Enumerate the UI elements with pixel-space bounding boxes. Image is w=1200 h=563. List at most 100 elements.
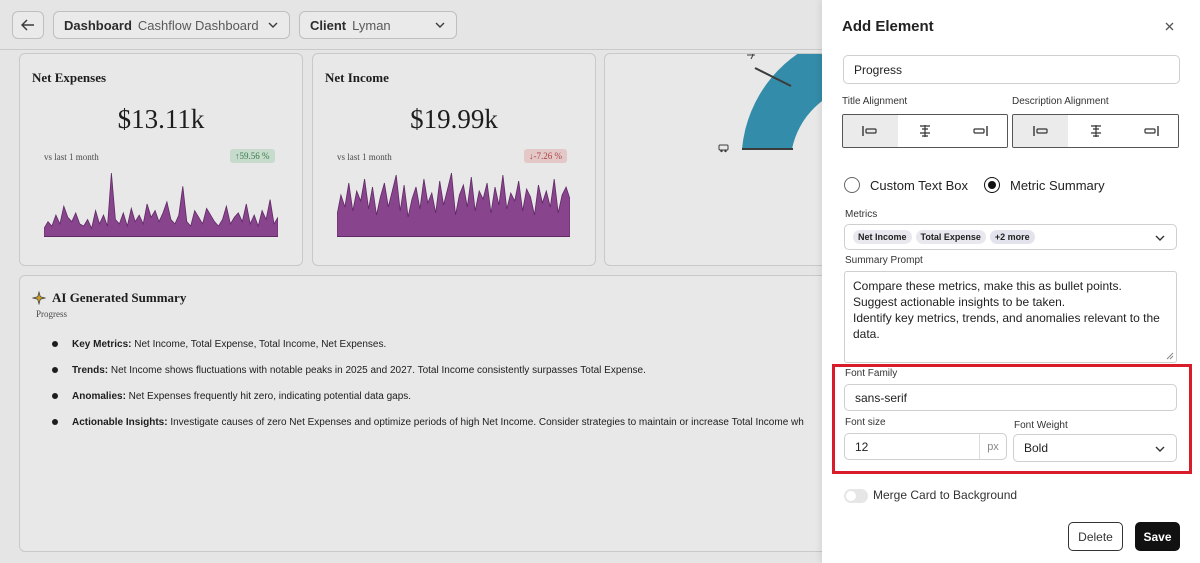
summary-bullet: Actionable Insights: Investigate causes … (52, 416, 822, 429)
metric-summary-label: Metric Summary (1010, 177, 1105, 193)
bullet-label: Key Metrics: (72, 339, 132, 350)
title-align-right-button[interactable] (952, 115, 1007, 147)
font-weight-value: Bold (1024, 441, 1049, 455)
align-left-icon (862, 126, 877, 136)
prompt-line: data. (853, 327, 880, 341)
font-family-input[interactable]: sans-serif (844, 384, 1177, 411)
metric-summary-option[interactable]: Metric Summary (984, 177, 1105, 193)
prompt-line: Suggest actionable insights to be taken. (853, 295, 1066, 309)
metric-summary-radio[interactable] (984, 177, 1000, 193)
card-title: Net Expenses (32, 70, 107, 85)
align-center-icon (1090, 125, 1101, 137)
gauge-arc (742, 54, 822, 149)
summary-subtitle: Progress (36, 309, 67, 319)
title-align-left-button[interactable] (843, 115, 898, 147)
description-align-right-button[interactable] (1123, 115, 1178, 147)
dashboard-select-value: Cashflow Dashboard (137, 17, 259, 33)
metric-chip[interactable]: Net Income (853, 230, 912, 244)
sparkline-area (44, 172, 278, 237)
arrow-left-icon (21, 19, 34, 31)
gauge-card[interactable] (604, 53, 822, 266)
metrics-multiselect[interactable]: Net Income Total Expense +2 more (844, 224, 1177, 250)
align-left-icon (1032, 126, 1048, 136)
title-align-center-button[interactable] (897, 115, 953, 147)
chevron-down-icon (1155, 235, 1165, 241)
net-expenses-card[interactable]: Net Expenses $13.11k vs last 1 month ↑59… (19, 53, 303, 266)
custom-text-box-option[interactable]: Custom Text Box (844, 177, 968, 193)
bullet-text: Net Income shows fluctuations with notab… (108, 365, 646, 376)
prompt-line: Identify key metrics, trends, and anomal… (853, 311, 1160, 325)
panel-title: Add Element (842, 18, 934, 35)
chevron-down-icon (435, 22, 445, 28)
font-weight-select[interactable]: Bold (1013, 434, 1177, 462)
sparkline-area (337, 172, 570, 237)
chevron-down-icon (268, 22, 278, 28)
more-metrics-chip[interactable]: +2 more (989, 230, 1035, 244)
car-icon (718, 144, 729, 153)
card-title: Net Income (325, 70, 389, 85)
net-income-sparkline (337, 172, 570, 237)
description-align-left-button[interactable] (1013, 115, 1068, 147)
change-badge: ↓-7.26 % (524, 149, 567, 163)
font-size-input[interactable]: 12 px (844, 433, 1007, 460)
prompt-line: Compare these metrics, make this as bull… (853, 279, 1122, 293)
font-family-label: Font Family (845, 368, 898, 379)
summary-title: AI Generated Summary (52, 290, 187, 305)
font-size-unit: px (979, 434, 1006, 459)
dashboard-select-label: Dashboard (64, 17, 132, 33)
title-alignment-group (842, 114, 1008, 148)
bullet-text: Net Income, Total Expense, Total Income,… (131, 339, 387, 350)
font-size-label: Font size (845, 417, 886, 428)
client-select[interactable]: Client Lyman (299, 11, 457, 39)
card-comparison: vs last 1 month (44, 152, 99, 162)
description-alignment-label: Description Alignment (1012, 96, 1109, 107)
summary-bullet: Key Metrics: Net Income, Total Expense, … (52, 338, 822, 351)
dashboard-topbar: Dashboard Cashflow Dashboard Client Lyma… (0, 0, 822, 50)
dashboard-select[interactable]: Dashboard Cashflow Dashboard (53, 11, 290, 39)
bullet-text: Net Expenses frequently hit zero, indica… (125, 391, 412, 402)
client-select-label: Client (310, 17, 347, 33)
chevron-down-icon (1155, 446, 1165, 452)
gauge-chart (718, 54, 822, 153)
card-comparison: vs last 1 month (337, 152, 392, 162)
resize-handle-icon[interactable] (1166, 352, 1174, 360)
font-size-value: 12 (855, 439, 869, 454)
ai-summary-card[interactable]: AI Generated Summary Progress Key Metric… (19, 275, 822, 552)
summary-bullet: Anomalies: Net Expenses frequently hit z… (52, 390, 822, 403)
dashboard-background: Dashboard Cashflow Dashboard Client Lyma… (0, 0, 822, 563)
description-align-center-button[interactable] (1068, 115, 1123, 147)
plane-icon (747, 54, 755, 60)
summary-prompt-textarea[interactable]: Compare these metrics, make this as bull… (844, 271, 1177, 363)
metric-chip[interactable]: Total Expense (915, 230, 986, 244)
align-right-icon (1143, 126, 1159, 136)
close-icon (1165, 22, 1173, 30)
add-element-panel: Add Element Progress Title Alignment Des… (822, 0, 1200, 563)
element-title-input[interactable]: Progress (843, 55, 1180, 84)
sparkle-icon (32, 291, 46, 305)
metrics-label: Metrics (845, 209, 878, 220)
save-button[interactable]: Save (1135, 522, 1180, 551)
title-alignment-label: Title Alignment (842, 96, 908, 107)
client-select-value: Lyman (352, 17, 391, 33)
back-button[interactable] (12, 11, 44, 39)
net-expenses-sparkline (44, 172, 278, 237)
card-value: $13.11k (117, 104, 205, 134)
summary-title-row: AI Generated Summary (32, 290, 186, 306)
bullet-label: Trends: (72, 365, 109, 376)
net-income-card[interactable]: Net Income $19.99k vs last 1 month ↓-7.2… (312, 53, 596, 266)
custom-text-box-label: Custom Text Box (870, 177, 969, 193)
description-alignment-group (1012, 114, 1179, 148)
custom-text-box-radio[interactable] (844, 177, 860, 193)
close-button[interactable] (1163, 20, 1175, 32)
align-right-icon (973, 126, 988, 136)
delete-button[interactable]: Delete (1068, 522, 1123, 551)
card-value: $19.99k (410, 104, 498, 134)
merge-card-toggle[interactable] (844, 489, 868, 503)
summary-prompt-label: Summary Prompt (845, 255, 923, 266)
bullet-label: Anomalies: (72, 391, 126, 402)
summary-bullets: Key Metrics: Net Income, Total Expense, … (52, 338, 822, 442)
bullet-text: Investigate causes of zero Net Expenses … (167, 417, 804, 428)
merge-card-label: Merge Card to Background (873, 488, 1018, 502)
align-center-icon (920, 125, 930, 137)
bullet-label: Actionable Insights: (72, 417, 168, 428)
